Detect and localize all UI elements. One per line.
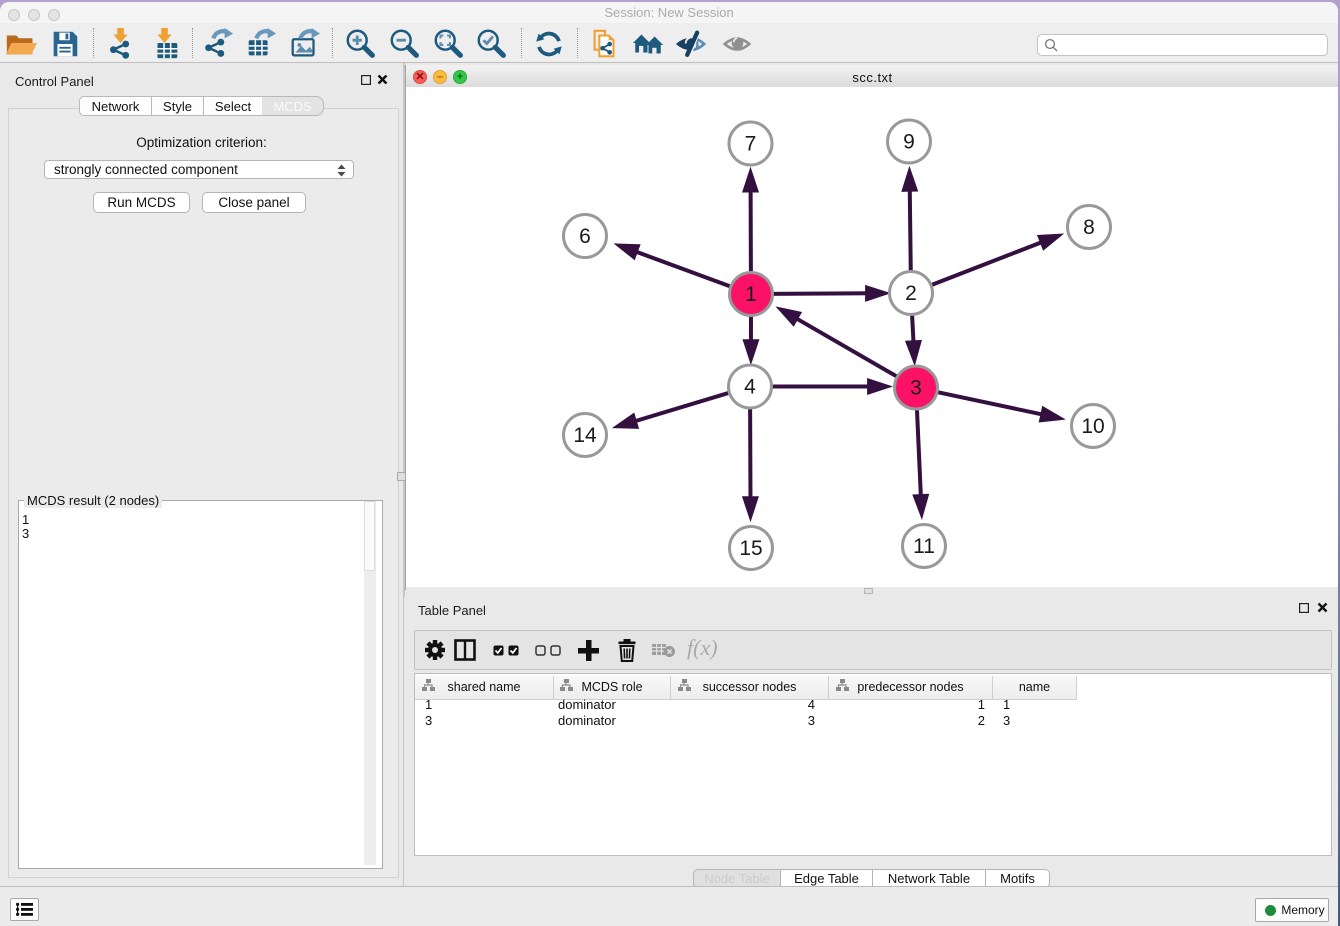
svg-text:11: 11 — [913, 535, 935, 558]
svg-text:9: 9 — [903, 131, 915, 154]
svg-text:2: 2 — [905, 282, 917, 305]
svg-text:10: 10 — [1081, 415, 1104, 438]
svg-text:14: 14 — [573, 424, 597, 447]
svg-text:8: 8 — [1083, 216, 1095, 239]
svg-text:7: 7 — [745, 133, 757, 156]
svg-text:1: 1 — [745, 283, 757, 306]
svg-text:6: 6 — [579, 225, 591, 248]
svg-text:3: 3 — [910, 377, 922, 400]
svg-text:15: 15 — [739, 537, 762, 560]
svg-text:4: 4 — [744, 376, 756, 399]
